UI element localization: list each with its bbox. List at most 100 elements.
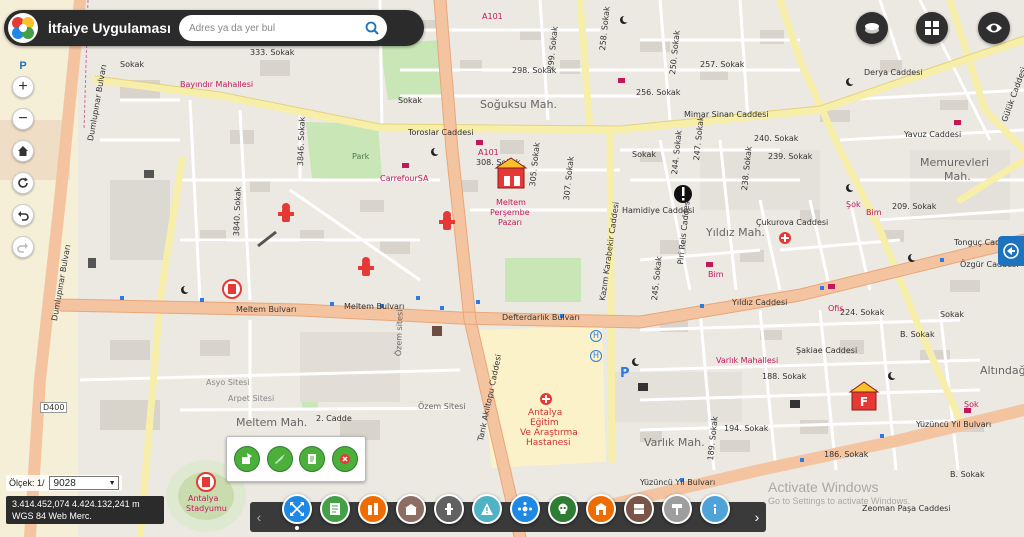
report-tool-button[interactable] xyxy=(320,494,350,524)
hydrant-tool-button[interactable] xyxy=(434,494,464,524)
map-label-sok: Şok xyxy=(846,200,861,209)
map-label-sakiae: Şakiae Caddesi xyxy=(796,346,858,355)
hazard-tool-button[interactable] xyxy=(472,494,502,524)
refresh-button[interactable] xyxy=(12,172,34,194)
delete-feature-button[interactable] xyxy=(331,446,358,472)
side-panel-toggle[interactable] xyxy=(998,236,1024,266)
map-label-s256: 256. Sokak xyxy=(636,88,681,97)
map-label-a101: A101 xyxy=(482,12,503,21)
map-label-area-altindag: Altındağ xyxy=(980,364,1024,377)
map-hospital-marker-1: H xyxy=(590,330,602,342)
scale-label: Ölçek: 1/ xyxy=(9,478,45,488)
map-label-hospital-3: Ve Araştırma xyxy=(520,428,578,438)
fire-station-tool-icon xyxy=(595,503,607,515)
grid-icon xyxy=(925,21,939,35)
toolbar-next-button[interactable]: › xyxy=(748,502,766,532)
map-label-s188: 188. Sokak xyxy=(762,372,807,381)
eye-icon xyxy=(986,23,1002,33)
hydrant-icon xyxy=(445,503,453,515)
move-icon xyxy=(274,454,285,464)
coordinate-system: WGS 84 Web Merc. xyxy=(12,511,92,521)
layers-button[interactable] xyxy=(856,12,888,44)
network-tool-button[interactable] xyxy=(510,494,540,524)
map-label-s308: 308. Sokak xyxy=(476,158,521,167)
map-label-area-memurevleri: Memurevleri xyxy=(920,156,989,169)
map-label-s257: 257. Sokak xyxy=(700,60,745,69)
network-icon xyxy=(518,502,532,516)
search-box xyxy=(178,15,387,41)
move-feature-button[interactable] xyxy=(266,446,293,472)
map-label-carrefour: CarrefourSA xyxy=(380,174,429,183)
map-hospital-marker-2: H xyxy=(590,350,602,362)
watermark-line-2: Go to Settings to activate Windows. xyxy=(768,496,911,506)
hazmat-tool-button[interactable] xyxy=(548,494,578,524)
zoom-out-button[interactable]: − xyxy=(12,108,34,130)
map-label-bim: Bim xyxy=(866,208,882,217)
arrow-left-circle-icon xyxy=(1003,243,1019,259)
coordinate-readout: 3.414.452,074 4.424.132,241 m WGS 84 Web… xyxy=(6,496,164,524)
map-label-sokak-4: Sokak xyxy=(940,310,964,319)
building-icon xyxy=(368,503,378,515)
map-label-s209: 209. Sokak xyxy=(892,202,937,211)
building-tool-button[interactable] xyxy=(358,494,388,524)
zoom-in-button[interactable]: + xyxy=(12,76,34,98)
map-label-sok-2: Şok xyxy=(964,400,979,409)
redo-button[interactable] xyxy=(12,236,34,258)
map-label-s239: 239. Sokak xyxy=(768,152,813,161)
toolbar-prev-button[interactable]: ‹ xyxy=(250,502,268,532)
scale-value: 9028 xyxy=(53,477,76,489)
map-label-pazar-3: Pazarı xyxy=(498,218,522,227)
visibility-button[interactable] xyxy=(978,12,1010,44)
search-input[interactable] xyxy=(188,22,361,34)
delete-icon xyxy=(339,454,350,464)
undo-button[interactable] xyxy=(12,204,34,226)
edit-tools-popup xyxy=(226,436,366,482)
brush-tool-button[interactable] xyxy=(662,494,692,524)
map-label-bim-2: Bim xyxy=(708,270,724,279)
map-label-area-varlik: Varlık Mah. xyxy=(644,436,705,449)
pan-tool-button[interactable] xyxy=(282,494,312,524)
add-point-icon xyxy=(242,453,253,464)
map-label-ozem-2: Özem sitesi xyxy=(394,309,405,357)
warning-triangle-icon xyxy=(481,503,493,515)
map-label-meltem-bulvari: Meltem Bulvarı xyxy=(236,305,297,314)
skull-icon xyxy=(558,503,568,514)
search-icon[interactable] xyxy=(361,17,383,39)
layers-icon xyxy=(865,23,879,34)
map-label-park: Park xyxy=(352,152,370,161)
watermark-line-1: Activate Windows xyxy=(768,479,879,495)
archive-icon xyxy=(634,504,644,514)
map-background xyxy=(0,0,1024,537)
map-label-d400: D400 xyxy=(40,402,68,413)
map-label-s3846: 3846. Sokak xyxy=(296,116,307,167)
edit-attributes-button[interactable] xyxy=(299,446,326,472)
map-label-stadium-2: Stadyumu xyxy=(186,504,227,513)
toolbar-icons xyxy=(268,494,748,532)
archive-tool-button[interactable] xyxy=(624,494,654,524)
map-label-b-sokak-2: B. Sokak xyxy=(950,470,985,479)
info-icon xyxy=(713,504,717,514)
parking-layer-label[interactable]: P xyxy=(19,60,26,72)
app-logo-icon xyxy=(6,11,40,45)
fire-station-tool-button[interactable] xyxy=(586,494,616,524)
toolbar-active-indicator xyxy=(295,526,299,530)
grid-menu-button[interactable] xyxy=(916,12,948,44)
map-label-hospital-2: Eğitim xyxy=(530,418,559,428)
map-label-yavuz: Yavuz Caddesi xyxy=(904,130,962,139)
map-label-s333: 333. Sokak xyxy=(250,48,295,57)
warehouse-tool-button[interactable] xyxy=(396,494,426,524)
coordinate-xy: 3.414.452,074 4.424.132,241 m xyxy=(12,499,140,509)
home-button[interactable] xyxy=(12,140,34,162)
chevron-down-icon: ▼ xyxy=(108,479,116,487)
map-canvas[interactable]: Soğuksu Mah. Memurevleri Mah. Yıldız Mah… xyxy=(0,0,1024,537)
edit-document-icon xyxy=(308,454,317,464)
info-tool-button[interactable] xyxy=(700,494,730,524)
map-label-hospital-4: Hastanesi xyxy=(526,438,571,448)
map-tools: P + − xyxy=(12,60,34,258)
add-point-button[interactable] xyxy=(234,446,261,472)
map-label-cukurova: Çukurova Caddesi xyxy=(756,218,829,227)
scale-select[interactable]: 9028 ▼ xyxy=(48,476,119,490)
app-title: İtfaiye Uygulaması xyxy=(48,20,171,36)
map-label-s194: 194. Sokak xyxy=(724,424,769,433)
app-header: İtfaiye Uygulaması xyxy=(4,10,424,46)
